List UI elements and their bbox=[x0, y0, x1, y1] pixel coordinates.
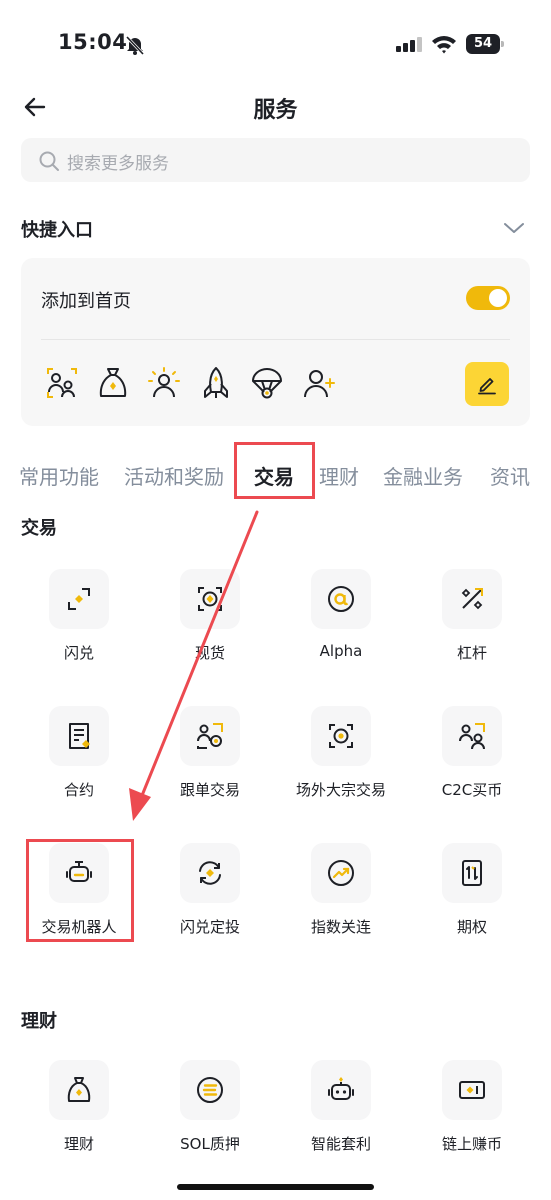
pencil-icon bbox=[478, 378, 496, 395]
smart-arbitrage-icon bbox=[328, 1077, 354, 1100]
wifi-icon bbox=[432, 36, 456, 54]
onchain-earn-icon bbox=[459, 1081, 485, 1099]
trading-bot-highlight-box bbox=[26, 839, 134, 942]
auto-invest-icon bbox=[199, 861, 221, 885]
otc-icon bbox=[329, 724, 353, 748]
quick-entry-title: 快捷入口 bbox=[21, 220, 93, 241]
sol-staking-icon bbox=[197, 1077, 223, 1103]
service-label: 合约 bbox=[63, 781, 94, 799]
convert-icon bbox=[68, 588, 90, 610]
copy-trading-icon bbox=[197, 723, 223, 749]
section-title-earn: 理财 bbox=[21, 1011, 57, 1032]
options-icon bbox=[462, 860, 482, 886]
add-to-home-toggle[interactable] bbox=[466, 286, 510, 310]
copy-trading-icon[interactable] bbox=[45, 366, 79, 400]
service-label: 闪兑定投 bbox=[179, 918, 240, 936]
service-label: 理财 bbox=[63, 1135, 94, 1153]
service-label: 链上赚币 bbox=[441, 1135, 502, 1153]
service-label: 期权 bbox=[456, 918, 487, 936]
index-link-icon bbox=[328, 860, 354, 886]
margin-icon bbox=[461, 588, 483, 610]
tab-events-rewards[interactable]: 活动和奖励 bbox=[124, 461, 224, 490]
service-label: 场外大宗交易 bbox=[295, 781, 386, 799]
search-placeholder: 搜索更多服务 bbox=[67, 154, 169, 174]
home-indicator[interactable] bbox=[177, 1184, 374, 1190]
divider bbox=[41, 339, 510, 340]
tab-news[interactable]: 资讯 bbox=[490, 461, 551, 490]
service-label: 闪兑 bbox=[63, 644, 94, 662]
service-label: 杠杆 bbox=[456, 644, 487, 662]
battery-level: 54 bbox=[466, 34, 500, 54]
service-label: Alpha bbox=[319, 642, 363, 660]
tab-earn[interactable]: 理财 bbox=[319, 461, 359, 490]
signal-icon bbox=[396, 37, 422, 52]
search-icon bbox=[39, 151, 59, 171]
quick-entry-card bbox=[21, 258, 530, 426]
edit-button[interactable] bbox=[465, 362, 509, 406]
futures-icon bbox=[69, 723, 90, 749]
service-label: SOL质押 bbox=[180, 1135, 240, 1153]
parachute-icon[interactable] bbox=[250, 366, 284, 400]
service-label: 指数关连 bbox=[310, 918, 371, 936]
earn-bag-icon bbox=[67, 1077, 91, 1102]
service-label: 跟单交易 bbox=[179, 781, 240, 799]
earn-bag-icon[interactable] bbox=[96, 366, 130, 400]
c2c-icon bbox=[459, 723, 485, 750]
service-label: C2C买币 bbox=[441, 781, 503, 799]
add-user-icon[interactable] bbox=[302, 366, 336, 400]
spot-icon bbox=[198, 587, 222, 611]
battery-icon: 54 bbox=[466, 34, 504, 54]
tab-common[interactable]: 常用功能 bbox=[19, 461, 99, 490]
add-to-home-label: 添加到首页 bbox=[41, 291, 131, 312]
page-title: 服务 bbox=[253, 98, 298, 123]
rocket-icon[interactable] bbox=[199, 366, 233, 400]
bell-muted-icon bbox=[125, 35, 145, 56]
section-title-trading: 交易 bbox=[21, 518, 57, 539]
chevron-down-icon[interactable] bbox=[502, 218, 526, 238]
service-label: 现货 bbox=[194, 644, 225, 662]
tab-highlight-box bbox=[234, 442, 315, 499]
service-label: 智能套利 bbox=[310, 1135, 371, 1153]
sun-user-icon[interactable] bbox=[147, 366, 181, 400]
alpha-icon bbox=[328, 586, 354, 612]
tab-finance[interactable]: 金融业务 bbox=[383, 461, 463, 490]
status-time: 15:04 bbox=[58, 30, 128, 54]
